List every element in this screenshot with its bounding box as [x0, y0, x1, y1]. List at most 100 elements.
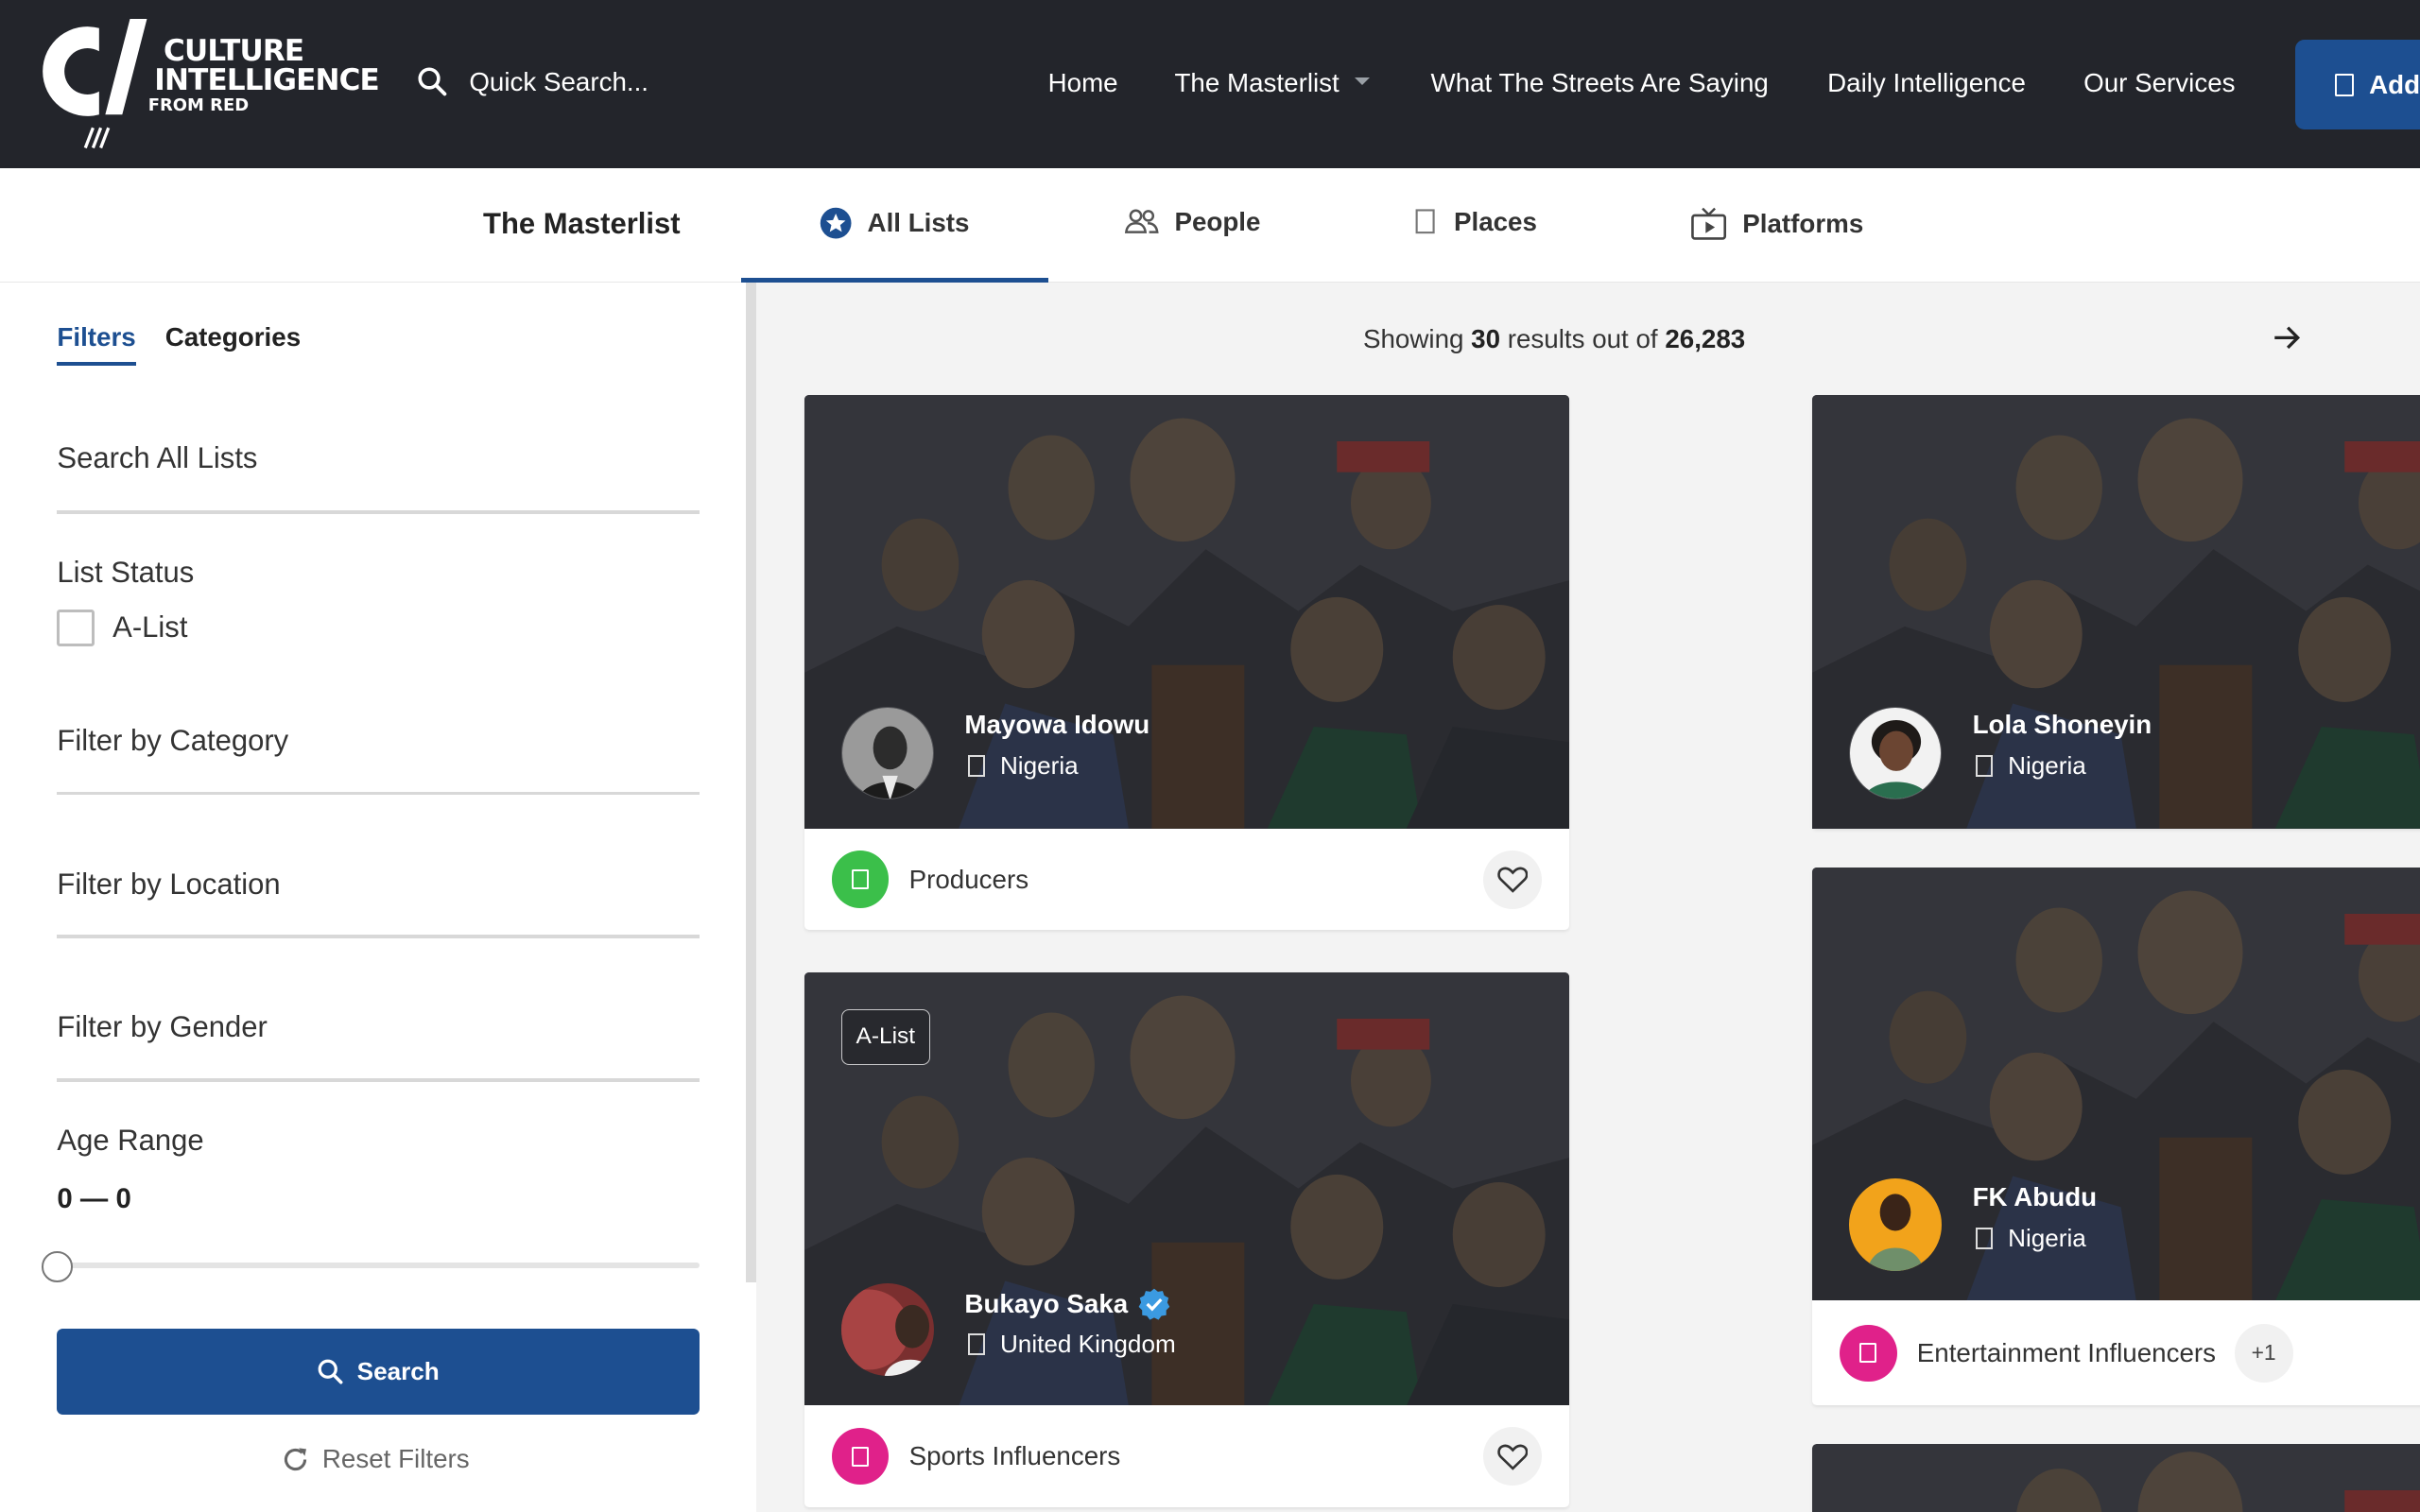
person-name[interactable]: Lola Shoneyin [1973, 710, 2152, 740]
profile-card[interactable]: FK Abudu Nigeria Entertainment Influence… [1811, 867, 2420, 1406]
location-pin-icon [967, 755, 985, 778]
app-root: CULTURE INTELLIGENCE FROM RED Quick Sear… [0, 0, 2420, 1512]
profile-card-image: Lola Shoneyin Nigeria [1811, 394, 2420, 829]
sidebar-tab-categories[interactable]: Categories [165, 322, 301, 366]
person-name[interactable]: Bukayo Saka [964, 1287, 1170, 1321]
tab-all-lists-label: All Lists [867, 207, 970, 237]
person-name[interactable]: Mayowa Idowu [964, 710, 1150, 740]
avatar-photo [1848, 1178, 1942, 1272]
person-name[interactable]: FK Abudu [1973, 1182, 2098, 1212]
sidebar-tabs: Filters Categories [57, 322, 301, 366]
results-prefix: Showing [1362, 323, 1464, 353]
favorite-button[interactable] [1483, 850, 1543, 909]
card-footer: Sports Influencers [804, 1405, 1570, 1507]
category-label[interactable]: Producers [909, 865, 1028, 895]
card-footer: Entertainment Influencers +1 [1812, 1300, 2420, 1405]
profile-card-image: Mayowa Idowu Nigeria [804, 394, 1570, 829]
tab-places[interactable]: Places [1415, 207, 1537, 237]
star-badge-icon [820, 207, 852, 239]
nav-the-masterlist[interactable]: The Masterlist [1174, 67, 1371, 98]
filter-category-underline [57, 791, 700, 795]
reset-filters-button[interactable]: Reset Filters [0, 1444, 750, 1474]
people-icon [1124, 209, 1159, 233]
avatar [1848, 1178, 1942, 1272]
person-location: Nigeria [1975, 1223, 2086, 1253]
person-location-text: United Kingdom [999, 1330, 1176, 1359]
masterlist-title: The Masterlist [483, 206, 681, 240]
reset-filters-label: Reset Filters [321, 1444, 470, 1474]
tab-people[interactable]: People [1124, 206, 1261, 237]
logo-stripes-icon [83, 127, 110, 149]
arrow-right-icon[interactable] [2272, 322, 2303, 353]
alist-checkbox-row[interactable]: A-List [57, 609, 187, 647]
avatar [1848, 706, 1942, 799]
category-icon [832, 850, 890, 908]
person-location-text: Nigeria [2008, 1223, 2086, 1252]
tab-people-label: People [1174, 206, 1261, 236]
filter-by-gender-select[interactable]: Filter by Gender [57, 1010, 267, 1044]
avatar [840, 1283, 934, 1377]
chevron-down-icon [1355, 77, 1371, 86]
verified-badge-icon [1138, 1288, 1170, 1320]
tab-platforms[interactable]: Platforms [1690, 207, 1863, 241]
profile-card-image [1811, 1444, 2420, 1512]
nav-our-services[interactable]: Our Services [2083, 68, 2235, 98]
age-range-label: Age Range [57, 1123, 204, 1157]
alist-checkbox[interactable] [57, 609, 95, 647]
alist-badge: A-List [840, 1008, 930, 1066]
heart-icon [1497, 1444, 1529, 1470]
category-icon [1840, 1324, 1897, 1383]
add-button[interactable]: Add [2294, 40, 2420, 130]
profile-card[interactable]: Lola Shoneyin Nigeria [1811, 394, 2420, 829]
location-pin-icon [967, 1333, 985, 1356]
main-nav: Home The Masterlist What The Streets Are… [0, 68, 2420, 105]
profile-card-image: FK Abudu Nigeria [1811, 867, 2420, 1301]
refresh-icon [284, 1448, 306, 1470]
person-location-text: Nigeria [999, 751, 1079, 781]
search-all-lists-underline [57, 510, 700, 514]
list-status-label: List Status [57, 555, 195, 589]
sidebar-scrollbar[interactable] [745, 282, 757, 1282]
tab-places-label: Places [1453, 206, 1537, 236]
sidebar-tab-filters[interactable]: Filters [57, 322, 136, 366]
profile-card-image: A-List Bukayo Saka United Kingdom [804, 971, 1570, 1406]
profile-card[interactable]: A-List Bukayo Saka United Kingdom Sports… [804, 971, 1570, 1508]
nav-what-the-streets-are-saying[interactable]: What The Streets Are Saying [1431, 68, 1769, 98]
category-label[interactable]: Sports Influencers [909, 1441, 1121, 1471]
avatar-photo [840, 1283, 934, 1377]
favorite-button[interactable] [1483, 1427, 1543, 1486]
age-range-slider-track[interactable] [57, 1262, 700, 1269]
search-button-label: Search [356, 1356, 440, 1385]
person-location-text: Nigeria [2008, 751, 2086, 781]
tab-platforms-label: Platforms [1742, 208, 1864, 238]
nav-daily-intelligence[interactable]: Daily Intelligence [1827, 68, 2026, 98]
tv-icon [1690, 207, 1726, 240]
profile-card[interactable] [1811, 1444, 2420, 1512]
category-label[interactable]: Entertainment Influencers [1917, 1338, 2216, 1368]
avatar-photo [841, 707, 933, 799]
heart-icon [1497, 867, 1529, 893]
filter-by-location-select[interactable]: Filter by Location [57, 868, 280, 902]
place-icon [1415, 209, 1435, 234]
person-location: Nigeria [967, 751, 1079, 781]
age-range-slider-handle[interactable] [42, 1251, 73, 1282]
masterlist-tabs-bar: The Masterlist All Lists People Places P… [0, 167, 2420, 283]
person-location: United Kingdom [967, 1330, 1176, 1359]
filter-location-underline [57, 935, 700, 938]
location-pin-icon [1975, 1227, 1993, 1249]
tab-all-lists[interactable]: All Lists [820, 207, 970, 239]
age-range-value: 0 — 0 [57, 1183, 131, 1215]
search-button[interactable]: Search [57, 1328, 700, 1416]
nav-home[interactable]: Home [1048, 68, 1118, 98]
results-area: Showing 30 results out of 26,283 Mayowa … [756, 282, 2420, 1512]
profile-card[interactable]: Mayowa Idowu Nigeria Producers [804, 394, 1570, 931]
results-total-count: 26,283 [1665, 323, 1746, 353]
collage-background-image [1811, 1444, 2420, 1512]
filter-gender-underline [57, 1078, 700, 1082]
filter-by-category-select[interactable]: Filter by Category [57, 724, 288, 758]
search-all-lists-input[interactable]: Search All Lists [57, 441, 257, 475]
nav-the-masterlist-label: The Masterlist [1174, 67, 1340, 97]
avatar [840, 706, 934, 799]
location-pin-icon [1975, 755, 1993, 778]
more-categories-badge[interactable]: +1 [2234, 1323, 2293, 1383]
